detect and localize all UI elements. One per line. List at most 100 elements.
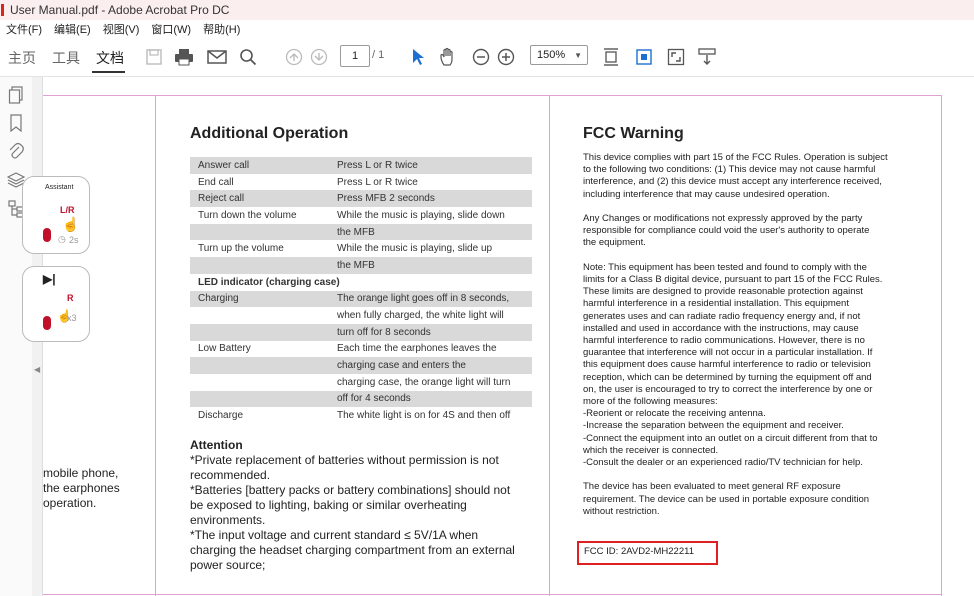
fcc-line: Note: This equipment has been tested and… [583, 261, 867, 273]
left-paragraph-line: operation. [43, 496, 97, 510]
fcc-line: harmful interference in a residential in… [583, 298, 849, 310]
table-cell-action: Press L or R twice [337, 159, 418, 171]
menu-help[interactable]: 帮助(H) [203, 21, 240, 37]
table-cell-action: when fully charged, the white light will [337, 310, 504, 322]
fcc-line: -Reorient or relocate the receiving ante… [583, 408, 766, 420]
fcc-line: more of the following measures: [583, 396, 718, 408]
table-row: charging case, the orange light will tur… [190, 374, 532, 391]
fcc-line: on, the user is encouraged to try to cor… [583, 383, 873, 395]
search-icon[interactable] [237, 46, 259, 68]
left-paragraph-line: mobile phone, [43, 466, 119, 480]
fcc-line: responsible for compliance could void th… [583, 225, 870, 237]
fcc-paragraph: This device complies with part 15 of the… [583, 152, 903, 201]
attention-body: *Private replacement of batteries withou… [190, 453, 535, 573]
table-cell-action: While the music is playing, slide down [337, 209, 505, 221]
fcc-line: reception, which can be determined by tu… [583, 371, 872, 383]
table-row: the MFB [190, 223, 532, 241]
fcc-paragraph: Note: This equipment has been tested and… [583, 262, 903, 469]
table-row: Turn down the volume While the music is p… [190, 207, 532, 224]
menu-window[interactable]: 窗口(W) [151, 21, 191, 37]
table-cell-action: Each time the earphones leaves the [337, 343, 497, 355]
r-label: R [67, 293, 74, 303]
assistant-label: Assistant [45, 184, 74, 191]
table-row: Answer call Press L or R twice [190, 157, 532, 174]
mail-icon[interactable] [206, 46, 228, 68]
operation-table: Answer call Press L or R twice End call Pre… [190, 157, 532, 424]
table-cell-action: While the music is playing, slide up [337, 243, 493, 255]
table-row: Low Battery Each time the earphones leave… [190, 341, 532, 358]
tab-home[interactable]: 主页 [8, 48, 36, 68]
table-row: Turn up the volume While the music is pla… [190, 240, 532, 257]
table-cell-function: Answer call [198, 159, 250, 171]
page-total: / 1 [372, 49, 385, 61]
menu-edit[interactable]: 编辑(E) [54, 21, 91, 37]
table-cell-action: the MFB [337, 259, 375, 271]
fcc-id: FCC ID: 2AVD2-MH22211 [584, 546, 694, 557]
fcc-line: -Connect the equipment into an outlet on… [583, 432, 878, 444]
attachment-icon[interactable] [6, 141, 26, 161]
hand-icon[interactable] [437, 46, 459, 68]
table-cell-action: Press L or R twice [337, 176, 418, 188]
table-row: the MFB [190, 257, 532, 274]
fcc-line: Any Changes or modifications not express… [583, 213, 863, 224]
page-guide-right [941, 95, 942, 596]
tab-tools[interactable]: 工具 [52, 48, 80, 68]
menu-view[interactable]: 视图(V) [103, 21, 140, 37]
fcc-line: harmful interference to radio communicat… [583, 335, 865, 347]
table-cell-action: Press MFB 2 seconds [337, 193, 435, 205]
table-cell-action: The orange light goes off in 8 seconds, [337, 293, 510, 305]
toolbar: 主页 工具 文档 [0, 38, 974, 77]
acrobat-logo-icon [1, 4, 4, 16]
attention-section: Attention *Private replacement of batter… [190, 438, 535, 573]
menu-bar: 文件(F) 编辑(E) 视图(V) 窗口(W) 帮助(H) [0, 20, 974, 38]
table-cell-action: charging case and enters the [337, 360, 466, 372]
attention-line: environments. [190, 513, 266, 527]
rotate-icon[interactable] [633, 46, 655, 68]
tap-count: x3 [67, 313, 77, 323]
print-icon[interactable] [173, 46, 195, 68]
table-row: off for 4 seconds [190, 390, 532, 408]
table-row: Discharge The white light is on for 4S an… [190, 407, 532, 424]
page-number-input[interactable]: 1 [340, 45, 370, 67]
fit-page-icon[interactable] [600, 46, 622, 68]
save-icon[interactable] [143, 46, 165, 68]
zoom-out-icon[interactable] [470, 46, 492, 68]
read-mode-icon[interactable] [696, 46, 718, 68]
table-cell-action: turn off for 8 seconds [337, 326, 431, 338]
zoom-in-icon[interactable] [495, 46, 517, 68]
clock-icon: ◷ [58, 234, 66, 244]
fcc-line: including interference that may cause un… [583, 188, 830, 200]
bookmark-icon[interactable] [6, 113, 26, 133]
table-cell-function: LED indicator (charging case) [198, 276, 340, 288]
fcc-line: interference, and (2) this device must a… [583, 176, 882, 188]
page-up-icon[interactable] [283, 46, 305, 68]
fcc-line: -Increase the separation between the equ… [583, 420, 844, 432]
zoom-select[interactable]: 150% ▼ [530, 45, 588, 65]
table-cell-action: charging case, the orange light will tur… [337, 376, 511, 388]
fcc-paragraph: The device has been evaluated to meet ge… [583, 481, 903, 518]
pages-icon[interactable] [6, 85, 26, 105]
table-cell-action: off for 4 seconds [337, 393, 411, 405]
active-tab-indicator [92, 71, 125, 73]
play-next-icon: ▶| [43, 272, 56, 286]
fcc-line: requirement. The device can be used in p… [583, 493, 870, 505]
table-cell-function: Turn up the volume [198, 243, 284, 255]
fullscreen-icon[interactable] [665, 46, 687, 68]
collapse-arrow-icon[interactable]: ◀ [34, 365, 40, 374]
page-down-icon[interactable] [308, 46, 330, 68]
fcc-line: generates uses and can radiate radio fre… [583, 310, 861, 322]
fcc-line: which the receiver is connected. [583, 444, 719, 456]
tab-document[interactable]: 文档 [96, 48, 124, 68]
page-guide-bottom [43, 594, 942, 595]
hold-duration: 2s [69, 235, 79, 245]
attention-line: *Private replacement of batteries withou… [190, 453, 499, 467]
fcc-line: -Consult the dealer or an experienced ra… [583, 457, 863, 469]
fcc-line: without restriction. [583, 505, 660, 517]
menu-file[interactable]: 文件(F) [6, 21, 42, 37]
select-arrow-icon[interactable] [407, 46, 429, 68]
lr-label: L/R [60, 205, 75, 215]
attention-line: be exposed to lighting, baking or simila… [190, 498, 467, 512]
fcc-paragraph: Any Changes or modifications not express… [583, 213, 903, 250]
table-row: Charging The orange light goes off in 8 s… [190, 290, 532, 308]
fcc-line: the equipment. [583, 237, 646, 249]
